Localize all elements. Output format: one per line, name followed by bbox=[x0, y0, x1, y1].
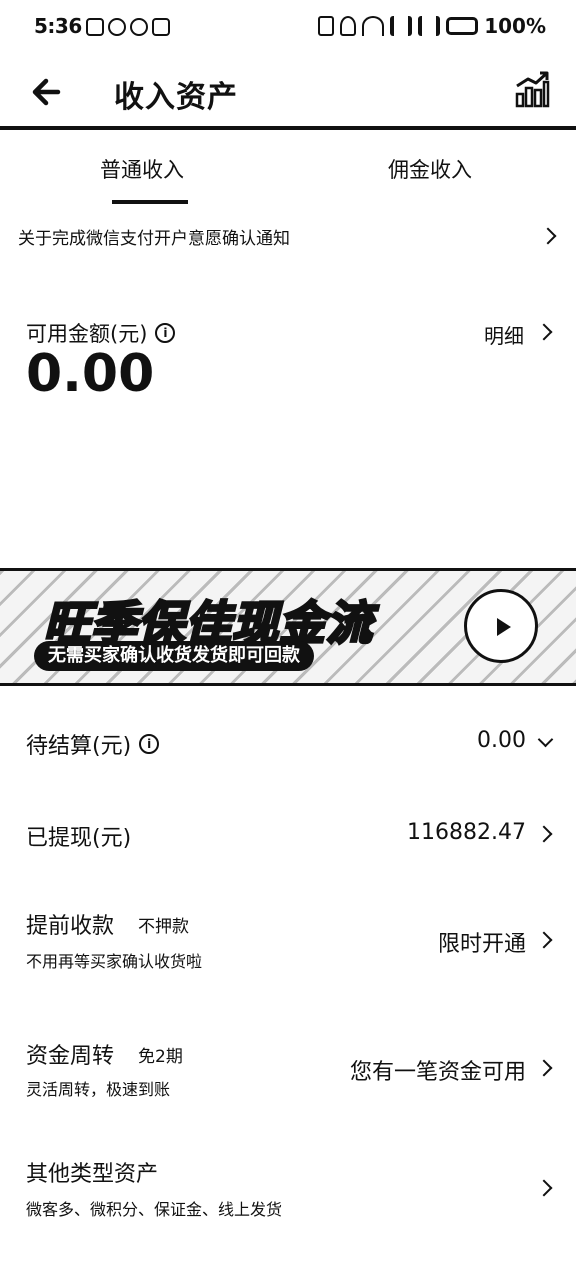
fund-turnover-label: 资金周转 bbox=[26, 1044, 115, 1069]
fund-turnover-row[interactable]: 资金周转 免2期 灵活周转，极速到账 您有一笔资金可用 bbox=[0, 1036, 576, 1116]
early-collection-subtitle: 不用再等买家确认收货啦 bbox=[26, 952, 203, 971]
fund-turnover-title: 资金周转 免2期 bbox=[26, 1038, 183, 1070]
chevron-right-icon bbox=[535, 931, 553, 949]
notice-text: 关于完成微信支付开户意愿确认通知 bbox=[18, 229, 290, 249]
signal-icon bbox=[418, 16, 441, 36]
notice-banner[interactable]: 关于完成微信支付开户意愿确认通知 bbox=[0, 214, 576, 260]
chevron-right-icon bbox=[535, 1059, 553, 1077]
chevron-right-icon bbox=[535, 825, 553, 843]
early-collection-title: 提前收款 不押款 bbox=[26, 908, 189, 940]
promo-banner[interactable]: 旺季保佳现金流 无需买家确认收货发货即可回款 bbox=[0, 568, 576, 686]
other-assets-title: 其他类型资产 bbox=[26, 1162, 159, 1187]
early-collection-value: 限时开通 bbox=[437, 932, 526, 957]
banner-subtitle: 无需买家确认收货发货即可回款 bbox=[34, 641, 314, 671]
notification-icon bbox=[86, 18, 104, 36]
notification-icons bbox=[86, 18, 170, 36]
active-tab-indicator bbox=[112, 200, 188, 204]
withdrawn-title: 已提现(元) bbox=[26, 826, 132, 851]
withdrawn-row[interactable]: 已提现(元) 116882.47 bbox=[0, 812, 576, 872]
income-tabs: 普通收入 佣金收入 bbox=[0, 134, 576, 210]
notification-icon bbox=[152, 18, 170, 36]
tab-regular-income[interactable]: 普通收入 bbox=[100, 154, 184, 184]
chevron-right-icon bbox=[535, 1179, 553, 1197]
wifi-icon bbox=[362, 16, 385, 36]
tab-commission-income[interactable]: 佣金收入 bbox=[388, 154, 472, 184]
pending-settlement-value: 0.00 bbox=[477, 728, 526, 753]
stats-chart-icon[interactable] bbox=[514, 70, 550, 108]
chevron-down-icon bbox=[537, 731, 554, 748]
other-assets-row[interactable]: 其他类型资产 微客多、微积分、保证金、线上发货 bbox=[0, 1154, 576, 1234]
banner-play-icon[interactable] bbox=[464, 589, 538, 663]
battery-icon bbox=[446, 17, 479, 35]
status-right: 100% bbox=[318, 14, 546, 38]
mute-icon bbox=[340, 16, 357, 36]
other-assets-subtitle: 微客多、微积分、保证金、线上发货 bbox=[26, 1200, 283, 1219]
detail-link[interactable]: 明细 bbox=[484, 320, 524, 349]
signal-icon bbox=[390, 16, 413, 36]
early-collection-label: 提前收款 bbox=[26, 914, 115, 939]
back-arrow-icon[interactable] bbox=[28, 72, 68, 112]
top-bar: 收入资产 bbox=[0, 56, 576, 130]
fund-turnover-tag: 免2期 bbox=[138, 1046, 183, 1067]
notification-icon bbox=[108, 18, 126, 36]
info-icon[interactable]: i bbox=[139, 734, 160, 754]
pending-settlement-row[interactable]: 待结算(元) i 0.00 bbox=[0, 720, 576, 780]
battery-level: 100% bbox=[484, 14, 546, 38]
fund-turnover-value: 您有一笔资金可用 bbox=[349, 1060, 526, 1085]
early-collection-tag: 不押款 bbox=[138, 916, 190, 937]
pending-settlement-title: 待结算(元) i bbox=[26, 728, 160, 760]
pending-settlement-label: 待结算(元) bbox=[26, 734, 132, 759]
detail-chevron-right-icon bbox=[535, 323, 553, 341]
info-icon[interactable]: i bbox=[155, 323, 176, 343]
available-balance-value: 0.00 bbox=[26, 344, 155, 404]
nfc-icon bbox=[318, 16, 335, 36]
status-time: 5:36 bbox=[34, 14, 82, 38]
status-bar: 5:36 100% bbox=[0, 0, 576, 56]
page-title: 收入资产 bbox=[114, 80, 238, 115]
notification-icon bbox=[130, 18, 148, 36]
fund-turnover-subtitle: 灵活周转，极速到账 bbox=[26, 1080, 171, 1099]
withdrawn-value: 116882.47 bbox=[407, 820, 526, 845]
early-collection-row[interactable]: 提前收款 不押款 不用再等买家确认收货啦 限时开通 bbox=[0, 906, 576, 986]
